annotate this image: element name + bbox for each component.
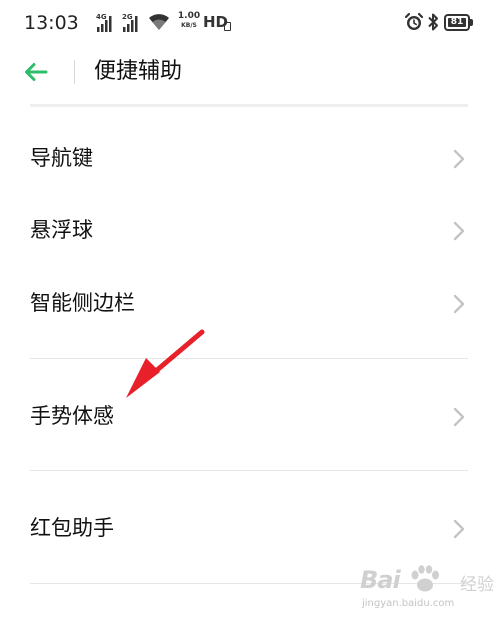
chevron-right-icon	[453, 294, 465, 314]
back-arrow-icon	[25, 63, 48, 81]
battery-tip	[470, 19, 473, 26]
wifi-icon	[149, 14, 169, 30]
page-title: 便捷辅助	[94, 59, 183, 84]
hd-sim-icon	[224, 22, 231, 31]
status-bar: 13:03 4G 2G 1.00 KB/S HD 81	[0, 0, 500, 46]
menu-item-gestures-motions[interactable]: 手势体感	[0, 388, 500, 444]
status-time: 13:03	[24, 12, 79, 34]
header: 便捷辅助	[0, 48, 500, 96]
back-button[interactable]	[24, 56, 64, 88]
section-divider	[30, 358, 468, 359]
watermark-url: jingyan.baidu.com	[362, 598, 455, 609]
watermark-logo-text: Bai	[360, 566, 401, 594]
battery-icon: 81	[444, 14, 470, 31]
header-divider	[74, 60, 75, 84]
menu-item-label: 智能侧边栏	[30, 291, 135, 315]
menu-item-label: 导航键	[30, 146, 93, 170]
network-speed: 1.00 KB/S	[176, 11, 202, 30]
chevron-right-icon	[453, 221, 465, 241]
network-speed-unit: KB/S	[181, 22, 197, 29]
menu-item-navigation-keys[interactable]: 导航键	[0, 130, 500, 186]
watermark-jingyan-text: 经验	[460, 575, 494, 595]
chevron-right-icon	[453, 407, 465, 427]
signal-sim2-icon: 2G	[122, 14, 138, 32]
network-speed-value: 1.00	[177, 11, 201, 21]
menu-item-label: 悬浮球	[30, 218, 93, 242]
paw-icon	[411, 565, 439, 592]
menu-item-red-envelope-assistant[interactable]: 红包助手	[0, 500, 500, 556]
menu-item-label: 手势体感	[30, 404, 114, 428]
menu-item-smart-sidebar[interactable]: 智能侧边栏	[0, 275, 500, 331]
chevron-right-icon	[453, 519, 465, 539]
baidu-jingyan-watermark: Bai 经验 jingyan.baidu.com	[352, 560, 500, 618]
menu-item-label: 红包助手	[30, 516, 114, 540]
battery-level: 81	[448, 18, 466, 27]
header-separator	[30, 104, 468, 107]
signal-sim1-icon: 4G	[96, 14, 112, 32]
bluetooth-icon	[428, 13, 438, 31]
alarm-clock-icon	[404, 12, 424, 30]
section-divider	[30, 470, 468, 471]
menu-item-floating-ball[interactable]: 悬浮球	[0, 202, 500, 258]
chevron-right-icon	[453, 149, 465, 169]
